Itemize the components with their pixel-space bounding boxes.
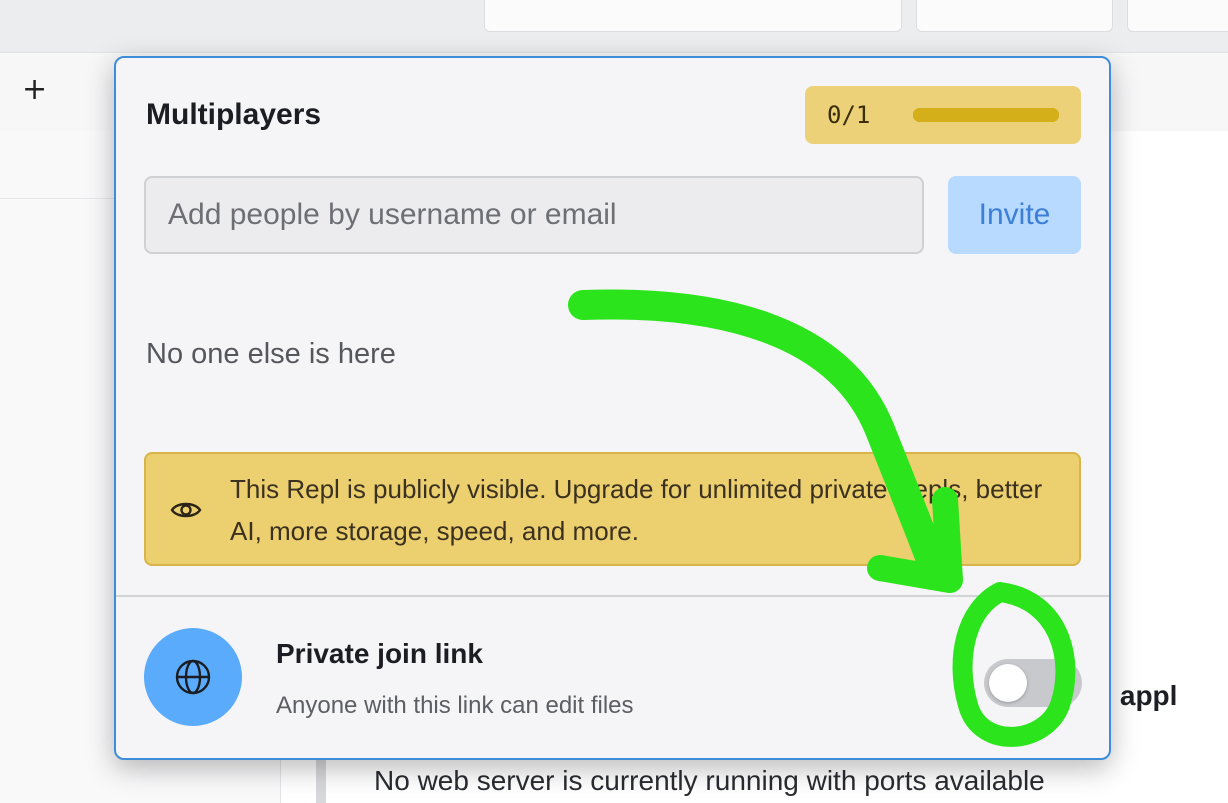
- toolbar-search-box[interactable]: [484, 0, 902, 32]
- section-divider: [116, 595, 1109, 597]
- eye-icon: [170, 502, 202, 518]
- webview-message: No web server is currently running with …: [374, 765, 1045, 796]
- top-toolbar: [0, 0, 1228, 52]
- usage-meter: [913, 108, 1059, 122]
- pane-scrollbar[interactable]: [316, 760, 326, 803]
- private-join-link-toggle[interactable]: [984, 659, 1082, 707]
- globe-icon: [144, 628, 242, 726]
- popover-title: Multiplayers: [146, 98, 322, 131]
- private-join-link-title: Private join link: [276, 638, 483, 669]
- toolbar-button[interactable]: [916, 0, 1113, 32]
- new-tab-plus-icon[interactable]: +: [22, 75, 47, 105]
- invite-button[interactable]: Invite: [948, 176, 1081, 254]
- private-join-link-description: Anyone with this link can edit files: [276, 692, 634, 719]
- notice-text: This Repl is publicly visible. Upgrade f…: [230, 474, 1043, 546]
- invite-input[interactable]: [144, 176, 924, 254]
- toggle-knob: [989, 664, 1027, 702]
- multiplayer-usage-badge: 0/1: [805, 86, 1081, 144]
- usage-count: 0/1: [827, 101, 871, 129]
- toolbar-button[interactable]: [1127, 0, 1228, 32]
- empty-collaborators-message: No one else is here: [146, 338, 396, 370]
- multiplayer-popover: Multiplayers 0/1 Invite No one else is h…: [114, 56, 1111, 760]
- public-visibility-notice: This Repl is publicly visible. Upgrade f…: [144, 452, 1081, 566]
- usage-meter-fill: [913, 108, 1059, 122]
